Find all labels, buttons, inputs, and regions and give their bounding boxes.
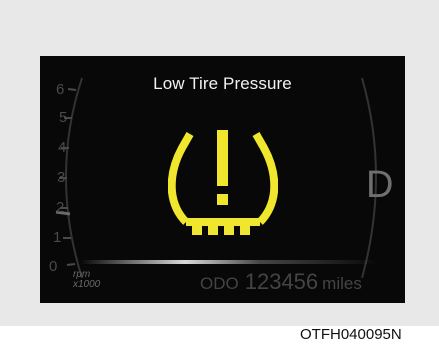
warning-title: Low Tire Pressure [153,74,292,93]
tick-label-3: 3 [57,169,65,186]
odometer-value: 123456 [244,269,319,294]
illustration-frame: 0 1 2 3 4 5 6 Low Tire Pressure D rpm x1… [0,0,439,326]
figure-caption: OTFH040095N [300,326,402,343]
tick-label-2: 2 [56,199,64,216]
odometer-label: ODO [200,274,239,293]
tachometer-arc [65,77,83,279]
rpm-unit-line2: x1000 [73,279,101,290]
instrument-cluster-display: 0 1 2 3 4 5 6 Low Tire Pressure D rpm x1… [40,56,405,303]
tick-label-0: 0 [49,258,57,275]
gear-indicator: D [366,164,394,206]
tick-label-4: 4 [58,139,66,156]
tick-label-5: 5 [59,109,67,126]
tire-pressure-warning-icon [168,130,278,235]
glow-bar [80,260,380,264]
odometer-unit: miles [322,274,362,293]
tachometer-tick-labels: 0 1 2 3 4 5 6 [49,81,67,275]
tick-label-1: 1 [53,229,61,246]
odometer: ODO 123456 miles [200,269,362,295]
rpm-unit-label: rpm x1000 [73,270,100,290]
